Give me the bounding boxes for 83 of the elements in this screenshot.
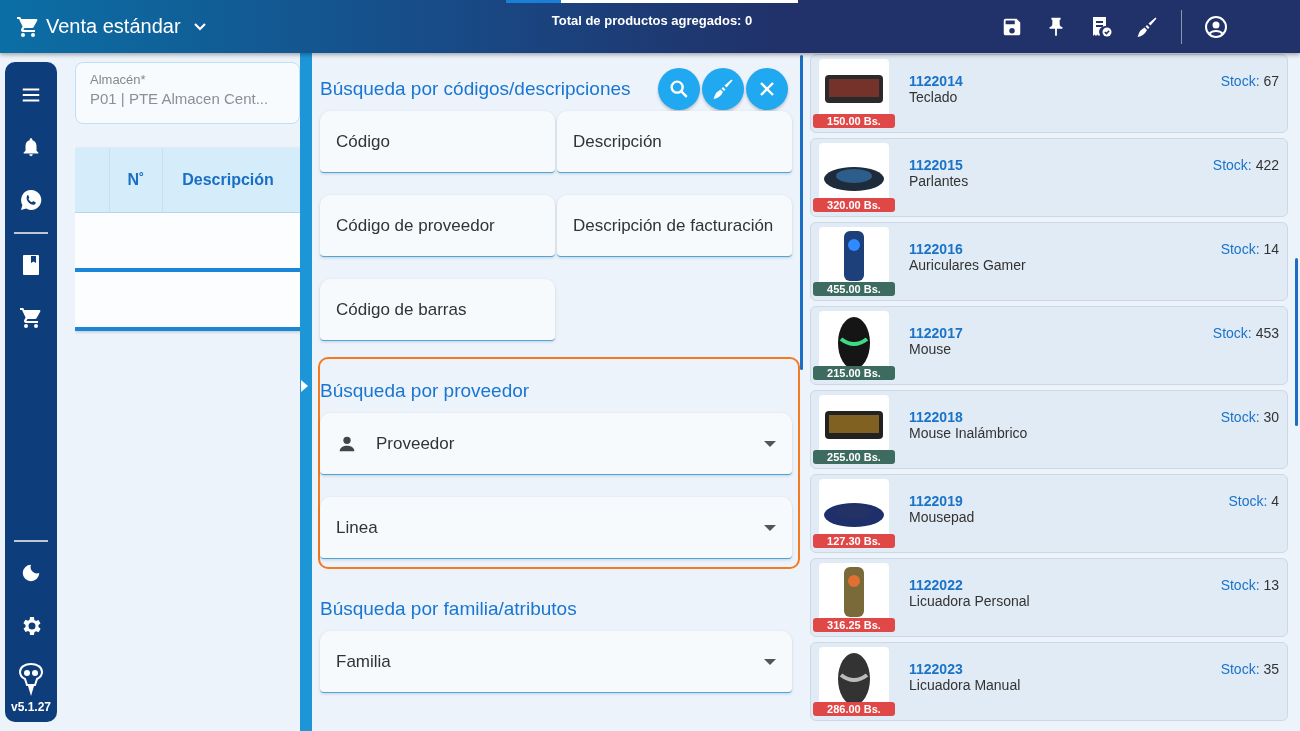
product-card[interactable]: 316.25 Bs. 1122022 Licuadora Personal Stock: 13 xyxy=(810,558,1288,637)
product-card[interactable]: 320.00 Bs. 1122015 Parlantes Stock: 422 xyxy=(810,138,1288,217)
price-tag: 215.00 Bs. xyxy=(813,366,895,380)
product-name: Licuadora Manual xyxy=(909,677,1021,693)
product-code: 1122022 xyxy=(909,577,964,593)
price-tag: 320.00 Bs. xyxy=(813,198,895,212)
price-tag: 316.25 Bs. xyxy=(813,618,895,632)
product-name: Mouse xyxy=(909,341,953,357)
product-name: Mouse Inalámbrico xyxy=(909,425,1028,441)
product-name: Auriculares Gamer xyxy=(909,257,1026,273)
product-name: Teclado xyxy=(909,89,959,105)
product-name: Mousepad xyxy=(909,509,975,525)
stock-value: 35 xyxy=(1263,661,1279,677)
moon-icon[interactable] xyxy=(20,562,42,584)
input-field[interactable]: Descripción xyxy=(557,111,792,173)
search-icon xyxy=(668,78,690,100)
account-icon[interactable] xyxy=(1204,14,1228,39)
stock-value: 4 xyxy=(1271,493,1279,509)
version-text: v5.1.27 xyxy=(10,700,51,714)
cart-icon[interactable] xyxy=(19,306,43,330)
book-icon[interactable] xyxy=(21,254,41,276)
stock-label: Stock: xyxy=(1212,325,1252,341)
column-header: Descripción xyxy=(181,170,275,190)
stock-label: Stock: xyxy=(1220,577,1260,593)
product-card[interactable]: 215.00 Bs. 1122017 Mouse Stock: 453 xyxy=(810,306,1288,385)
caret-icon xyxy=(764,524,776,531)
search-button[interactable] xyxy=(658,68,700,110)
price-tag: 127.30 Bs. xyxy=(813,534,895,548)
stock-value: 67 xyxy=(1263,73,1279,89)
product-card[interactable]: 286.00 Bs. 1122023 Licuadora Manual Stock: 35 xyxy=(810,642,1288,721)
input-field[interactable]: Código de proveedor xyxy=(320,195,555,257)
chevron-down-icon xyxy=(192,21,207,32)
price-tag: 455.00 Bs. xyxy=(813,282,895,296)
caret-icon xyxy=(764,440,776,447)
section-title: Búsqueda por familia/atributos xyxy=(320,598,577,620)
stock-value: 14 xyxy=(1263,241,1279,257)
dropdown-field[interactable]: Familia xyxy=(320,631,792,693)
product-code: 1122023 xyxy=(909,661,964,677)
product-code: 1122016 xyxy=(909,241,964,257)
product-code: 1122014 xyxy=(909,73,963,89)
column-header: N˚ xyxy=(110,148,163,212)
stock-label: Stock: xyxy=(1212,157,1252,173)
stock-label: Stock: xyxy=(1220,73,1260,89)
brush-icon xyxy=(711,77,735,101)
close-button[interactable] xyxy=(746,68,788,110)
scrollbar[interactable] xyxy=(800,55,803,370)
product-code: 1122015 xyxy=(909,157,964,173)
caret-icon xyxy=(764,658,776,665)
stock-value: 453 xyxy=(1255,325,1279,341)
product-code: 1122019 xyxy=(909,493,964,509)
expand-arrow-icon[interactable] xyxy=(300,380,308,392)
stock-label: Stock: xyxy=(1220,409,1260,425)
cart-icon xyxy=(16,14,40,39)
stock-label: Stock: xyxy=(1220,661,1260,677)
stock-label: Stock: xyxy=(1228,493,1268,509)
whatsapp-icon[interactable] xyxy=(19,188,43,212)
sale-type-dropdown[interactable]: Venta estándar xyxy=(16,14,256,39)
clear-button[interactable] xyxy=(702,68,744,110)
section-title: Búsqueda por códigos/descripciones xyxy=(320,78,631,100)
stock-value: 422 xyxy=(1255,157,1279,173)
stock-value: 13 xyxy=(1263,577,1279,593)
price-tag: 286.00 Bs. xyxy=(813,702,895,716)
section-title: Búsqueda por proveedor xyxy=(320,380,530,402)
total-products-text: Total de productos agregados: 0 xyxy=(551,13,753,28)
product-card[interactable]: 255.00 Bs. 1122018 Mouse Inalámbrico Stock: 30 xyxy=(810,390,1288,469)
product-code: 1122018 xyxy=(909,409,964,425)
input-field[interactable]: Descripción de facturación xyxy=(557,195,792,257)
product-name: Licuadora Personal xyxy=(909,593,1030,609)
stock-label: Stock: xyxy=(1220,241,1260,257)
product-name: Parlantes xyxy=(909,173,969,189)
warehouse-field[interactable]: Almacén* P01 | PTE Almacen Cent... xyxy=(75,62,300,124)
product-card[interactable]: 127.30 Bs. 1122019 Mousepad Stock: 4 xyxy=(810,474,1288,553)
product-code: 1122017 xyxy=(909,325,963,341)
stock-value: 30 xyxy=(1263,409,1279,425)
scrollbar[interactable] xyxy=(1295,258,1298,426)
dropdown-field[interactable]: Proveedor xyxy=(320,413,792,475)
input-field[interactable]: Código de barras xyxy=(320,279,555,341)
product-card[interactable]: 150.00 Bs. 1122014 Teclado Stock: 67 xyxy=(810,54,1288,133)
product-card[interactable]: 455.00 Bs. 1122016 Auriculares Gamer Stock: 14 xyxy=(810,222,1288,301)
price-tag: 255.00 Bs. xyxy=(813,450,895,464)
dropdown-field[interactable]: Linea xyxy=(320,497,792,559)
price-tag: 150.00 Bs. xyxy=(813,114,895,128)
input-field[interactable]: Código xyxy=(320,111,555,173)
